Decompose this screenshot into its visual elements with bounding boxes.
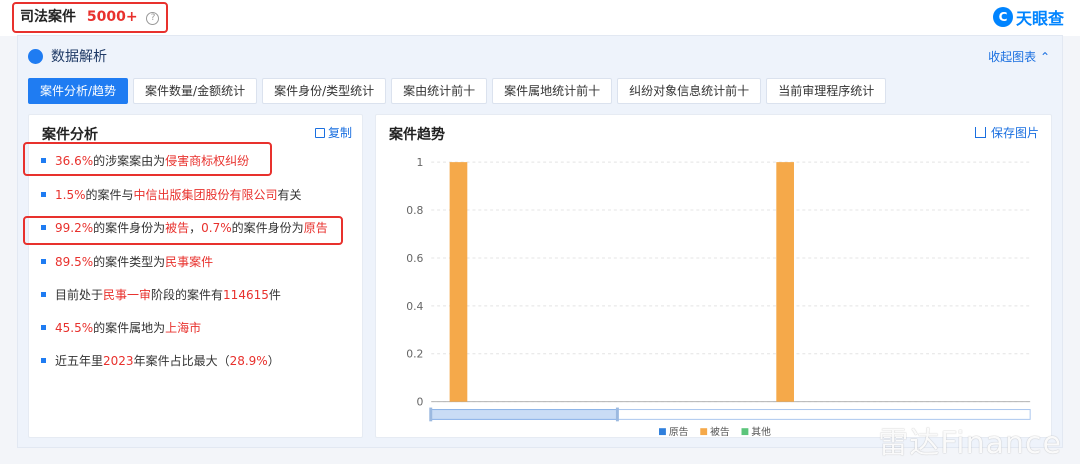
panel-title: 数据解析 (51, 49, 107, 65)
analysis-text: 件 (268, 288, 281, 302)
analysis-item: 近五年里2023年案件占比最大（28.9%） (41, 352, 280, 369)
analysis-item: 89.5%的案件类型为民事案件 (41, 253, 213, 270)
highlight-text[interactable]: 中信出版集团股份有限公司 (134, 188, 278, 202)
highlight-text[interactable]: 2023 (103, 354, 134, 368)
tab-cause-top10[interactable]: 案由统计前十 (391, 78, 488, 104)
highlight-text[interactable]: 28.9% (230, 354, 268, 368)
y-tick-label: 0.6 (406, 252, 423, 265)
zoom-handle-right (615, 407, 619, 422)
bullet-icon (41, 192, 46, 197)
bar-被告 (776, 162, 794, 402)
bar-被告 (449, 162, 468, 402)
tab-region-top10[interactable]: 案件属地统计前十 (492, 78, 613, 104)
logo-icon: C (992, 7, 1013, 27)
y-tick-label: 1 (417, 156, 424, 169)
case-trend-chart: 00.20.40.60.8120012002200320042005200620… (406, 156, 1031, 438)
copy-icon (314, 128, 325, 138)
analysis-text: 有关 (277, 188, 302, 202)
analysis-text: ） (267, 354, 280, 368)
case-trend-card: 案件趋势 保存图片 00.20.40.60.812001200220032004… (375, 114, 1052, 438)
title-highlight-box (12, 2, 168, 33)
logo-text: 天眼查 (1015, 9, 1064, 28)
tab-case-count-amount[interactable]: 案件数量/金额统计 (133, 78, 258, 104)
highlight-text[interactable]: 45.5% (55, 321, 93, 335)
analysis-text: 的案件属地为 (93, 321, 166, 335)
analysis-text: 目前处于 (55, 288, 104, 302)
zoom-handle-left (429, 407, 433, 422)
cause-highlight-box (23, 142, 272, 176)
highlight-text[interactable]: 1.5% (55, 188, 86, 202)
highlight-text[interactable]: 民事一审 (103, 288, 151, 302)
stat-tabs: 案件分析/趋势 案件数量/金额统计 案件身份/类型统计 案由统计前十 案件属地统… (28, 78, 891, 104)
legend-label: 原告 (669, 425, 689, 438)
y-tick-label: 0 (417, 396, 424, 409)
legend-swatch (741, 428, 749, 436)
bullet-icon (41, 325, 46, 330)
analysis-item: 45.5%的案件属地为上海市 (41, 319, 201, 336)
highlight-text[interactable]: 民事案件 (165, 255, 213, 269)
tab-trial-procedure[interactable]: 当前审理程序统计 (766, 78, 887, 104)
zoom-slider-window (430, 409, 618, 420)
legend-label: 其他 (751, 425, 771, 438)
data-analysis-icon (28, 48, 43, 64)
analysis-text: 阶段的案件有 (151, 288, 224, 302)
role-highlight-box (23, 216, 343, 245)
panel-header: 数据解析 (28, 46, 107, 66)
copy-label: 复制 (327, 126, 352, 140)
tianyancha-logo: C 天眼查 (992, 5, 1064, 29)
y-tick-label: 0.4 (406, 300, 423, 313)
bullet-icon (41, 292, 46, 297)
data-analysis-panel: 数据解析 收起图表 ⌃ 案件分析/趋势 案件数量/金额统计 案件身份/类型统计 … (17, 35, 1063, 448)
legend-swatch (659, 428, 666, 436)
copy-button[interactable]: 复制 (314, 124, 352, 141)
legend-swatch (700, 428, 708, 436)
bullet-icon (41, 259, 46, 264)
analysis-text: 年案件占比最大（ (133, 354, 230, 368)
analysis-item: 1.5%的案件与中信出版集团股份有限公司有关 (41, 186, 302, 203)
analysis-text: 的案件与 (85, 188, 134, 202)
tab-case-role-type[interactable]: 案件身份/类型统计 (262, 78, 387, 104)
legend-label: 被告 (710, 425, 730, 438)
tab-dispute-party-top10[interactable]: 纠纷对象信息统计前十 (617, 78, 762, 104)
analysis-text: 的案件类型为 (93, 255, 166, 269)
bullet-icon (41, 358, 46, 363)
analysis-item: 目前处于民事一审阶段的案件有114615件 (41, 286, 281, 303)
case-analysis-title: 案件分析 (42, 127, 98, 143)
highlight-text[interactable]: 89.5% (55, 255, 93, 269)
highlight-text[interactable]: 114615 (223, 288, 269, 302)
y-tick-label: 0.2 (406, 348, 423, 361)
watermark: 雷达Finance (878, 426, 1062, 461)
collapse-chart-button[interactable]: 收起图表 ⌃ (988, 48, 1050, 65)
y-tick-label: 0.8 (406, 204, 423, 217)
top-bar: 司法案件 5000+ ? C 天眼查 (0, 0, 1080, 36)
analysis-text: 近五年里 (55, 354, 104, 368)
highlight-text[interactable]: 上海市 (165, 321, 201, 335)
tab-case-analysis-trend[interactable]: 案件分析/趋势 (28, 78, 129, 104)
